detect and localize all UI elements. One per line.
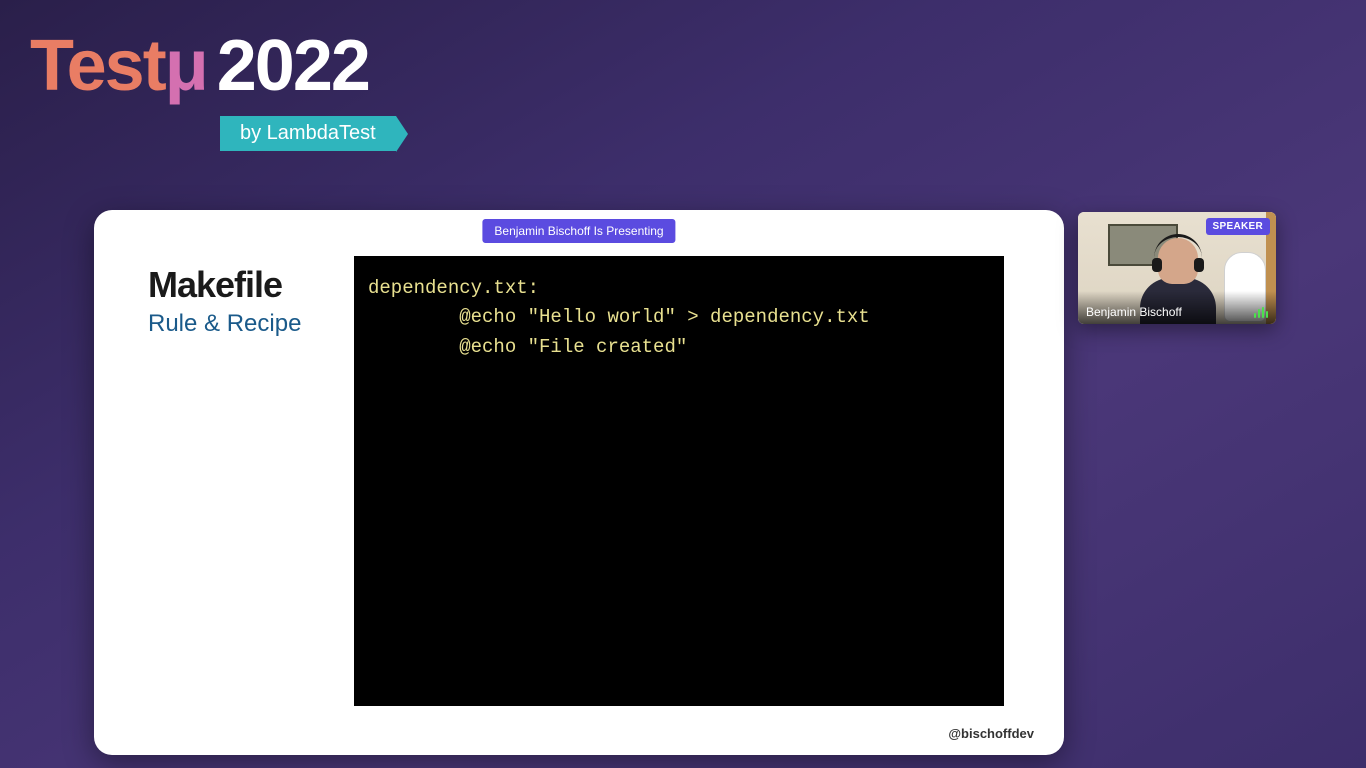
headset-earcup-right [1194, 258, 1204, 272]
headset-earcup-left [1152, 258, 1162, 272]
audio-level-icon [1254, 307, 1268, 318]
speaker-badge: SPEAKER [1206, 218, 1270, 235]
logo-word-mu: μ [165, 26, 207, 106]
event-logo: Testμ2022 by LambdaTest [30, 30, 396, 151]
event-byline: by LambdaTest [220, 116, 396, 151]
speaker-webcam-tile[interactable]: SPEAKER Benjamin Bischoff [1078, 212, 1276, 324]
logo-word-test: Test [30, 26, 165, 106]
presenting-indicator: Benjamin Bischoff Is Presenting [481, 218, 676, 244]
slide-subheading: Rule & Recipe [148, 310, 301, 338]
code-block: dependency.txt: @echo "Hello world" > de… [354, 256, 1004, 706]
slide-heading: Makefile [148, 264, 301, 306]
slide-footer-handle: @bischoffdev [948, 726, 1034, 741]
webcam-name-row: Benjamin Bischoff [1078, 291, 1276, 324]
slide-title-block: Makefile Rule & Recipe [148, 264, 301, 338]
logo-year: 2022 [217, 26, 369, 106]
speaker-name: Benjamin Bischoff [1086, 305, 1182, 319]
event-title: Testμ2022 [30, 30, 396, 102]
presentation-slide: Benjamin Bischoff Is Presenting Makefile… [94, 210, 1064, 755]
